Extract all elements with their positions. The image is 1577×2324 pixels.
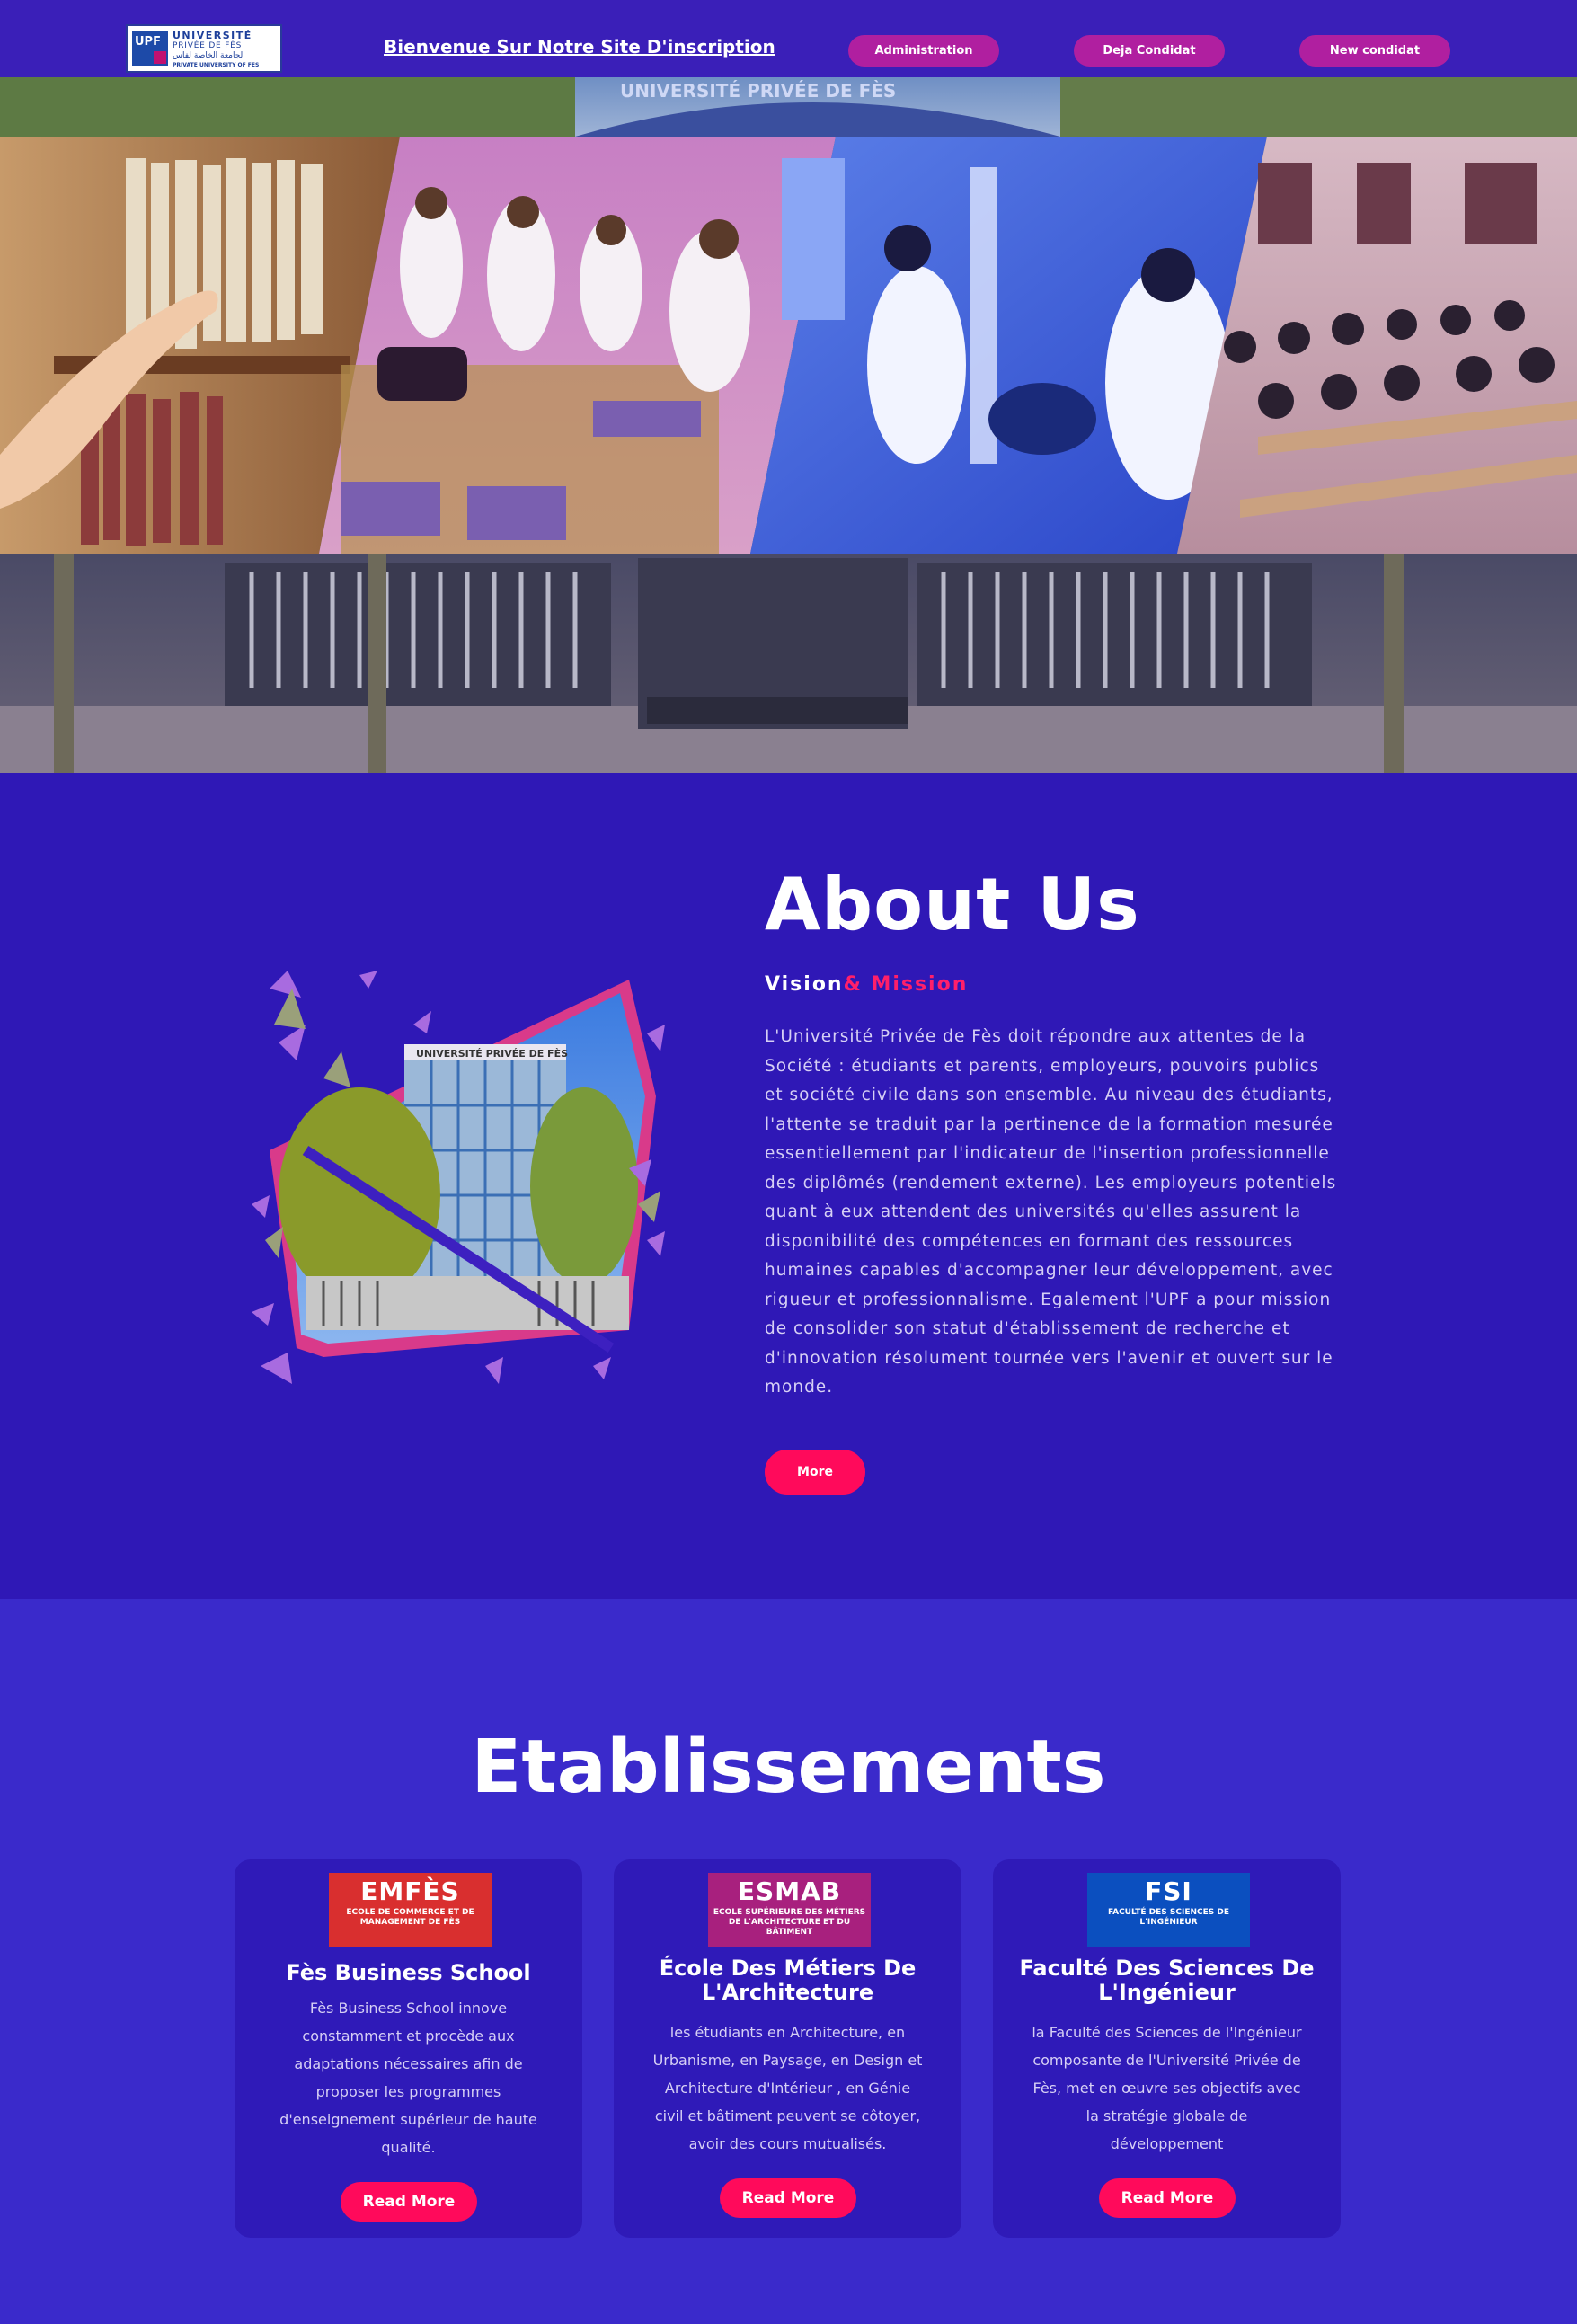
about-subtitle: Vision& Mission (765, 973, 968, 996)
emfes-logo-text: EMFÈS (360, 1876, 460, 1906)
hero-banner: UNIVERSITÉ PRIVÉE DE FÈS (0, 77, 1577, 773)
new-condidat-button[interactable]: New condidat (1299, 35, 1450, 67)
emfes-logo: EMFÈS ECOLE DE COMMERCE ET DE MANAGEMENT… (329, 1873, 492, 1947)
fsi-logo-subtext: FACULTÉ DES SCIENCES DE L'INGÉNIEUR (1108, 1908, 1229, 1927)
about-title: About Us (765, 863, 1140, 946)
card-title: École Des Métiers De L'Architecture (659, 1956, 917, 2005)
logo-line-3: الجامعة الخاصة لفاس (173, 51, 245, 60)
card-title: Fès Business School (286, 1960, 531, 1985)
card-title: Faculté Des Sciences De L'Ingénieur (1019, 1956, 1315, 2005)
about-building-sign: UNIVERSITÉ PRIVÉE DE FÈS (416, 1048, 568, 1060)
hero-collage-image: UNIVERSITÉ PRIVÉE DE FÈS (0, 77, 1577, 773)
welcome-link[interactable]: Bienvenue Sur Notre Site D'inscription (384, 36, 775, 58)
upf-logo-mark: UPF (132, 31, 168, 66)
read-more-button[interactable]: Read More (720, 2178, 856, 2218)
logo-line-4: PRIVATE UNIVERSITY OF FES (173, 62, 260, 68)
etablissements-title: Etablissements (471, 1725, 1106, 1810)
logo-mark-text: UPF (135, 35, 161, 49)
about-description: L'Université Privée de Fès doit répondre… (765, 1027, 1337, 1397)
deja-condidat-button[interactable]: Deja Condidat (1074, 35, 1225, 67)
about-sub-vision: Vision (765, 973, 844, 996)
fsi-logo-text: FSI (1145, 1876, 1192, 1906)
card-description: les étudiants en Architecture, en Urbani… (652, 2024, 923, 2152)
hero-building-sign: UNIVERSITÉ PRIVÉE DE FÈS (620, 80, 896, 102)
card-fes-business-school: EMFÈS ECOLE DE COMMERCE ET DE MANAGEMENT… (235, 1859, 582, 2238)
about-section: UNIVERSITÉ PRIVÉE DE FÈS About Us Vision… (0, 773, 1577, 1599)
administration-button[interactable]: Administration (848, 35, 999, 67)
fsi-logo: FSI FACULTÉ DES SCIENCES DE L'INGÉNIEUR (1087, 1873, 1250, 1947)
logo-line-2: PRIVÉE DE FÈS (173, 41, 243, 50)
read-more-button[interactable]: Read More (341, 2182, 477, 2222)
emfes-logo-subtext: ECOLE DE COMMERCE ET DE MANAGEMENT DE FÈ… (346, 1908, 474, 1927)
about-sub-mission: & Mission (843, 973, 969, 996)
card-faculte-sciences-ingenieur: FSI FACULTÉ DES SCIENCES DE L'INGÉNIEUR … (993, 1859, 1341, 2238)
etablissements-section: Etablissements EMFÈS ECOLE DE COMMERCE E… (0, 1599, 1577, 2324)
logo-line-1: UNIVERSITÉ (173, 30, 252, 41)
card-description: la Faculté des Sciences de l'Ingénieur c… (1032, 2024, 1302, 2152)
more-button[interactable]: More (765, 1450, 865, 1495)
about-building-image: UNIVERSITÉ PRIVÉE DE FÈS (252, 971, 665, 1384)
esmab-logo: ESMAB ECOLE SUPÉRIEURE DES MÉTIERS DE L'… (708, 1873, 871, 1947)
card-description: Fès Business School innove constamment e… (279, 2000, 537, 2156)
esmab-logo-text: ESMAB (737, 1876, 842, 1906)
esmab-logo-subtext: ECOLE SUPÉRIEURE DES MÉTIERS DE L'ARCHIT… (713, 1908, 866, 1937)
site-header: UPF UNIVERSITÉ PRIVÉE DE FÈS الجامعة الخ… (0, 0, 1577, 77)
read-more-button[interactable]: Read More (1099, 2178, 1236, 2218)
upf-logo[interactable]: UPF UNIVERSITÉ PRIVÉE DE FÈS الجامعة الخ… (126, 24, 282, 73)
card-ecole-architecture: ESMAB ECOLE SUPÉRIEURE DES MÉTIERS DE L'… (614, 1859, 961, 2238)
